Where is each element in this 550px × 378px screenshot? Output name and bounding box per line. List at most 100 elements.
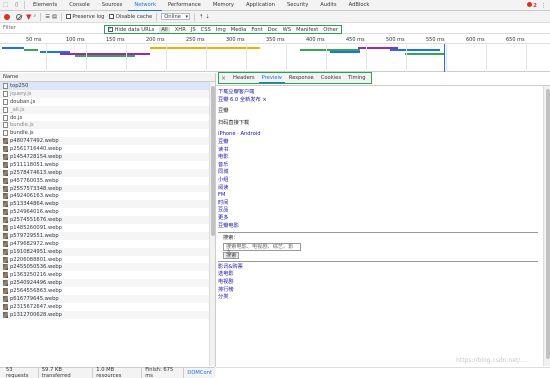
request-row[interactable]: p2540924496.webp — [0, 279, 209, 288]
detail-tab-headers[interactable]: Headers — [230, 73, 258, 83]
request-row[interactable]: jquery.js — [0, 89, 209, 98]
preserve-log-toggle[interactable]: Preserve log — [65, 13, 104, 20]
request-row[interactable]: p457760035.webp — [0, 177, 209, 185]
panel-splitter[interactable] — [215, 73, 216, 367]
request-row[interactable]: p1454728154.webp — [0, 153, 209, 161]
request-row[interactable]: p2564556863.webp — [0, 287, 209, 295]
import-har-icon[interactable]: ⇡ — [199, 14, 203, 20]
preview-link[interactable]: 豆瓣 — [218, 139, 540, 147]
detail-tab-preview[interactable]: Preview — [258, 73, 285, 83]
preview-link[interactable]: 影讯&购票 — [218, 264, 540, 272]
search-icon[interactable]: ⌕ — [33, 13, 36, 20]
preview-link[interactable]: 排行榜 — [218, 287, 540, 295]
preview-link[interactable]: 豆瓣 6.0 全新发布 × — [218, 97, 540, 105]
tab-application[interactable]: Application — [240, 0, 281, 11]
hide-data-urls-checkbox[interactable] — [108, 26, 113, 32]
type-filter-all[interactable]: All — [159, 26, 170, 33]
request-row[interactable]: p2455050536.webp — [0, 263, 209, 272]
column-header-name[interactable]: Name — [0, 73, 215, 82]
more-options-icon[interactable]: ⋮ — [541, 3, 546, 9]
type-filter-ws[interactable]: WS — [283, 27, 291, 33]
tab-network[interactable]: Network — [128, 0, 162, 11]
view-large-rows-icon[interactable]: ☰ — [45, 14, 50, 20]
request-row[interactable]: p1363250216.webp — [0, 271, 209, 279]
request-row[interactable]: p480747492.webp — [0, 137, 209, 146]
preview-link[interactable]: 小组 — [218, 177, 540, 185]
preview-link[interactable]: 分类 — [218, 294, 540, 302]
tab-console[interactable]: Console — [63, 0, 96, 11]
close-icon[interactable]: × — [221, 75, 226, 82]
preview-link[interactable]: 更多 — [218, 215, 540, 223]
detail-tab-response[interactable]: Response — [286, 73, 317, 83]
preview-scrollbar[interactable] — [543, 86, 550, 366]
tab-elements[interactable]: Elements — [27, 0, 63, 11]
tab-security[interactable]: Security — [281, 0, 314, 11]
preview-link[interactable]: 电视剧 — [218, 279, 540, 287]
filter-input[interactable]: Filter — [3, 25, 73, 31]
preview-link[interactable]: 同城 — [218, 169, 540, 177]
request-row[interactable]: p2578474613.webp — [0, 168, 209, 177]
type-filter-manifest[interactable]: Manifest — [296, 27, 318, 33]
preserve-log-checkbox[interactable] — [65, 13, 71, 19]
request-row[interactable]: p513344864.webp — [0, 200, 209, 209]
tab-adblock[interactable]: AdBlock — [343, 0, 376, 11]
request-row[interactable]: p2315672647.webp — [0, 303, 209, 311]
request-row[interactable]: p2574551676.webp — [0, 216, 209, 225]
preview-link[interactable]: 读书 — [218, 147, 540, 155]
request-row[interactable]: bundle.js — [0, 129, 209, 137]
type-filter-js[interactable]: JS — [191, 27, 196, 33]
request-row[interactable]: p479682972.webp — [0, 240, 209, 248]
preview-link[interactable]: FM — [218, 192, 540, 200]
request-row[interactable]: douban.js — [0, 98, 209, 106]
preview-link[interactable]: 下载豆瓣客户端 — [218, 89, 540, 97]
request-row[interactable]: top250 — [0, 82, 209, 90]
scroll-thumb[interactable] — [545, 89, 550, 359]
export-har-icon[interactable]: ⇣ — [205, 14, 209, 20]
detail-tab-timing[interactable]: Timing — [345, 73, 369, 83]
preview-link[interactable]: iPhone · Android — [218, 131, 540, 139]
preview-link[interactable]: 豆品 — [218, 207, 540, 215]
detail-tab-cookies[interactable]: Cookies — [318, 73, 344, 83]
request-row[interactable]: p616779645.webp — [0, 295, 209, 303]
screenshots-icon[interactable]: ▤ — [52, 14, 57, 20]
tab-audits[interactable]: Audits — [314, 0, 342, 11]
timeline-overview[interactable]: 50 ms 100 ms 150 ms 200 ms 250 ms 300 ms 350 m… — [0, 35, 550, 72]
preview-link[interactable]: 选电影 — [218, 271, 540, 279]
type-filter-other[interactable]: Other — [323, 27, 338, 33]
disable-cache-checkbox[interactable] — [109, 13, 115, 19]
request-row[interactable]: p2561716440.webp — [0, 145, 209, 153]
device-toolbar-icon[interactable]: ▯ — [11, 0, 22, 11]
preview-link[interactable]: 阅读 — [218, 185, 540, 193]
request-row[interactable]: p2206088801.webp — [0, 256, 209, 264]
preview-link[interactable]: 音乐 — [218, 162, 540, 170]
preview-link[interactable]: 电影 — [218, 154, 540, 162]
type-filter-css[interactable]: CSS — [201, 27, 211, 33]
request-row[interactable]: p1910824951.webp — [0, 247, 209, 256]
record-icon[interactable] — [4, 13, 10, 20]
tab-sources[interactable]: Sources — [96, 0, 129, 11]
request-row[interactable]: p1485260091.webp — [0, 224, 209, 232]
throttling-select[interactable]: Online — [161, 13, 190, 20]
request-row[interactable]: p1312700628.webp — [0, 310, 209, 319]
error-badge[interactable]: 2 — [527, 2, 537, 9]
preview-search-button[interactable]: 搜索 — [223, 252, 240, 260]
request-row[interactable]: p511118051.webp — [0, 161, 209, 169]
disable-cache-toggle[interactable]: Disable cache — [109, 13, 152, 20]
hide-data-urls-toggle[interactable]: Hide data URLs — [108, 26, 154, 33]
inspect-element-icon[interactable]: ⬚ — [0, 0, 11, 11]
type-filter-img[interactable]: Img — [216, 27, 226, 33]
clear-icon[interactable] — [16, 13, 22, 20]
preview-search-input[interactable]: 搜索电影、电视剧、综艺、影人 — [223, 243, 301, 255]
type-filter-doc[interactable]: Doc — [268, 27, 278, 33]
tab-memory[interactable]: Memory — [207, 0, 240, 11]
tab-performance[interactable]: Performance — [162, 0, 207, 11]
filter-icon[interactable]: ▼ — [26, 13, 31, 21]
request-row[interactable]: do.js — [0, 114, 209, 122]
type-filter-xhr[interactable]: XHR — [175, 27, 186, 33]
preview-link[interactable]: 豆瓣电影 — [218, 223, 540, 231]
preview-link[interactable]: 时间 — [218, 200, 540, 208]
request-row[interactable]: bundle.js — [0, 121, 209, 130]
type-filter-font[interactable]: Font — [251, 27, 262, 33]
request-row[interactable]: _all.js — [0, 105, 209, 114]
request-row[interactable]: p2557573348.webp — [0, 184, 209, 193]
